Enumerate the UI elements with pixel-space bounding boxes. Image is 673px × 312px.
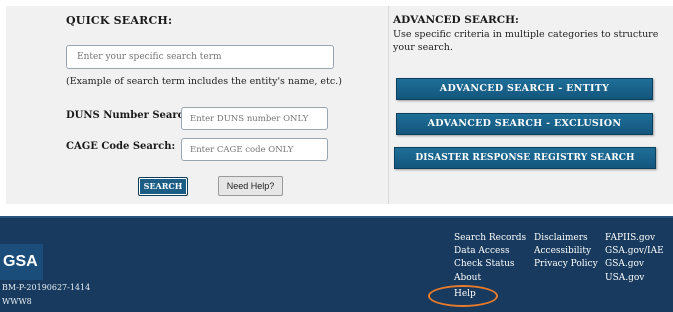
footer-link-search-records[interactable]: Search Records — [454, 233, 526, 243]
build-id: BM-P-20190627-1414 — [2, 283, 91, 292]
search-button[interactable]: SEARCH — [138, 177, 188, 196]
footer-link-gsa-iae[interactable]: GSA.gov/IAE — [605, 246, 664, 256]
cage-label: CAGE Code Search: — [66, 141, 176, 152]
search-example-text: (Example of search term includes the ent… — [66, 76, 342, 87]
footer-link-data-access[interactable]: Data Access — [454, 246, 510, 256]
footer-link-disclaimers[interactable]: Disclaimers — [534, 233, 588, 243]
server-id: WWW8 — [2, 297, 32, 306]
footer-link-usa-gov[interactable]: USA.gov — [605, 273, 644, 283]
disaster-response-search-button[interactable]: DISASTER RESPONSE REGISTRY SEARCH — [394, 147, 656, 169]
duns-label: DUNS Number Search: — [66, 110, 195, 121]
duns-input[interactable] — [181, 107, 328, 130]
footer-link-check-status[interactable]: Check Status — [454, 259, 515, 269]
search-term-input[interactable] — [66, 45, 334, 69]
footer-link-gsa-gov[interactable]: GSA.gov — [605, 259, 644, 269]
panel-divider — [388, 6, 389, 204]
advanced-search-exclusion-button[interactable]: ADVANCED SEARCH - EXCLUSION — [396, 113, 653, 135]
footer-link-fapiis[interactable]: FAPIIS.gov — [605, 233, 655, 243]
cage-input[interactable] — [181, 138, 328, 161]
footer-link-privacy-policy[interactable]: Privacy Policy — [534, 259, 598, 269]
advanced-search-entity-button[interactable]: ADVANCED SEARCH - ENTITY — [396, 78, 653, 100]
help-highlight-circle — [428, 285, 498, 307]
footer-divider — [0, 216, 673, 218]
quick-search-title: QUICK SEARCH: — [66, 14, 173, 27]
footer-link-about[interactable]: About — [454, 273, 481, 283]
advanced-search-title: ADVANCED SEARCH: — [393, 14, 519, 26]
footer-link-accessibility[interactable]: Accessibility — [534, 246, 591, 256]
gsa-logo[interactable]: GSA — [0, 244, 43, 280]
advanced-search-description: Use specific criteria in multiple catego… — [393, 29, 659, 53]
need-help-button[interactable]: Need Help? — [218, 176, 283, 196]
